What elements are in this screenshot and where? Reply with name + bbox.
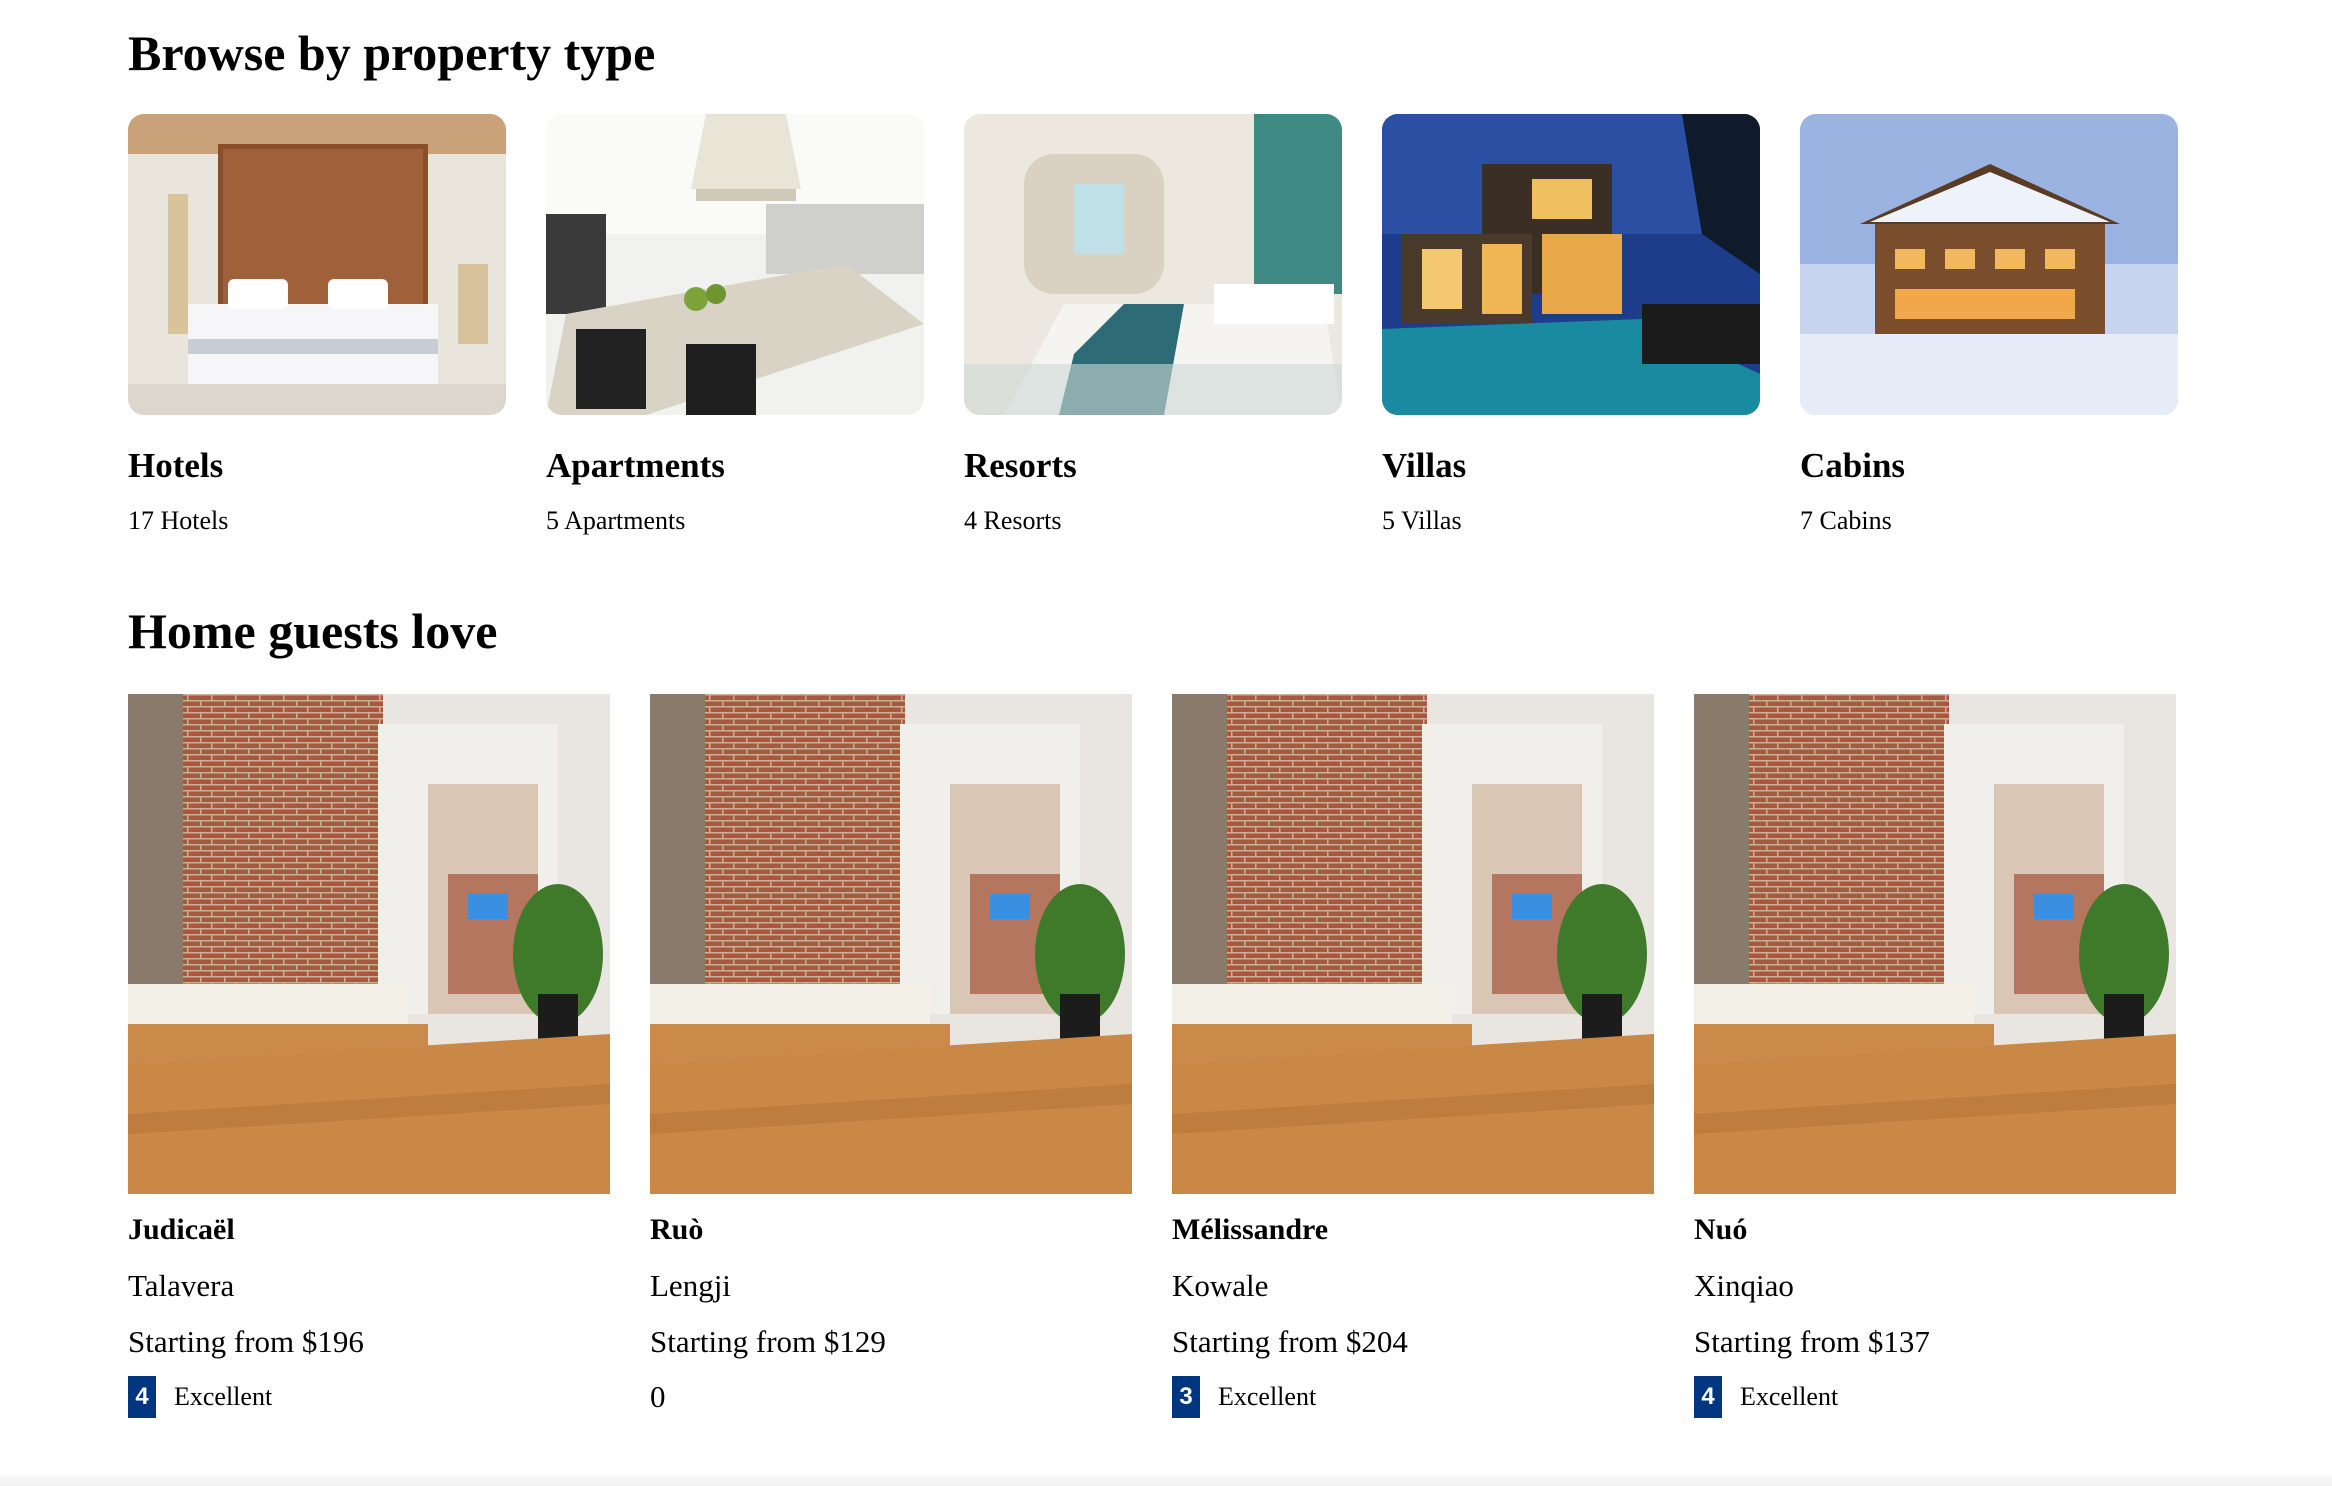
property-type-card-cabins[interactable]: Cabins 7 Cabins — [1800, 114, 2178, 536]
property-type-name[interactable]: Hotels — [128, 446, 506, 486]
rating-badge: 4 — [128, 1376, 156, 1419]
home-rating: 4 Excellent — [1694, 1376, 2176, 1419]
home-list: Judicaël Talavera Starting from $196 4 E… — [128, 694, 2176, 1419]
rating-text: Excellent — [1218, 1382, 1317, 1412]
home-rating: 4 Excellent — [128, 1376, 610, 1419]
property-type-count: 17 Hotels — [128, 505, 229, 535]
home-price: Starting from $129 — [650, 1324, 886, 1360]
home-image[interactable] — [650, 694, 1132, 1194]
property-type-card-hotels[interactable]: Hotels 17 Hotels — [128, 114, 506, 536]
property-type-name[interactable]: Villas — [1382, 446, 1760, 486]
home-card[interactable]: Mélissandre Kowale Starting from $204 3 … — [1172, 694, 1654, 1419]
rating-value: 0 — [650, 1379, 666, 1415]
property-type-name[interactable]: Cabins — [1800, 446, 2178, 486]
property-type-card-villas[interactable]: Villas 5 Villas — [1382, 114, 1760, 536]
home-image[interactable] — [1694, 694, 2176, 1194]
property-type-card-resorts[interactable]: Resorts 4 Resorts — [964, 114, 1342, 536]
section-title-property-types: Browse by property type — [128, 25, 656, 81]
hotel-room-image[interactable] — [128, 114, 506, 415]
home-name[interactable]: Nuó — [1694, 1212, 2176, 1248]
home-card[interactable]: Judicaël Talavera Starting from $196 4 E… — [128, 694, 610, 1419]
home-name[interactable]: Mélissandre — [1172, 1212, 1654, 1248]
property-type-count: 5 Villas — [1382, 505, 1462, 535]
section-title-homes: Home guests love — [128, 603, 498, 659]
home-city: Lengji — [650, 1268, 731, 1303]
home-city: Kowale — [1172, 1268, 1269, 1303]
rating-text: Excellent — [174, 1382, 273, 1412]
home-card[interactable]: Nuó Xinqiao Starting from $137 4 Excelle… — [1694, 694, 2176, 1419]
property-type-count: 5 Apartments — [546, 505, 686, 535]
apartment-kitchen-image[interactable] — [546, 114, 924, 415]
rating-badge: 3 — [1172, 1376, 1200, 1419]
home-city: Talavera — [128, 1268, 235, 1303]
home-name[interactable]: Ruò — [650, 1212, 1132, 1248]
home-city: Xinqiao — [1694, 1268, 1794, 1303]
home-rating: 3 Excellent — [1172, 1376, 1654, 1419]
property-type-list: Hotels 17 Hotels Apartments 5 Apartments — [128, 114, 2178, 536]
property-type-name[interactable]: Resorts — [964, 446, 1342, 486]
property-type-name[interactable]: Apartments — [546, 446, 924, 486]
page-bottom-edge — [0, 1474, 2332, 1486]
rating-badge: 4 — [1694, 1376, 1722, 1419]
property-type-count: 7 Cabins — [1800, 505, 1892, 535]
resort-room-image[interactable] — [964, 114, 1342, 415]
home-name[interactable]: Judicaël — [128, 1212, 610, 1248]
home-price: Starting from $204 — [1172, 1324, 1408, 1360]
home-image[interactable] — [1172, 694, 1654, 1194]
home-image[interactable] — [128, 694, 610, 1194]
property-type-count: 4 Resorts — [964, 505, 1062, 535]
rating-text: Excellent — [1740, 1382, 1839, 1412]
villa-night-image[interactable] — [1382, 114, 1760, 415]
cabin-snow-image[interactable] — [1800, 114, 2178, 415]
home-card[interactable]: Ruò Lengji Starting from $129 0 — [650, 694, 1132, 1418]
home-price: Starting from $137 — [1694, 1324, 1930, 1360]
home-rating: 0 — [650, 1376, 1132, 1418]
property-type-card-apartments[interactable]: Apartments 5 Apartments — [546, 114, 924, 536]
home-price: Starting from $196 — [128, 1324, 364, 1360]
